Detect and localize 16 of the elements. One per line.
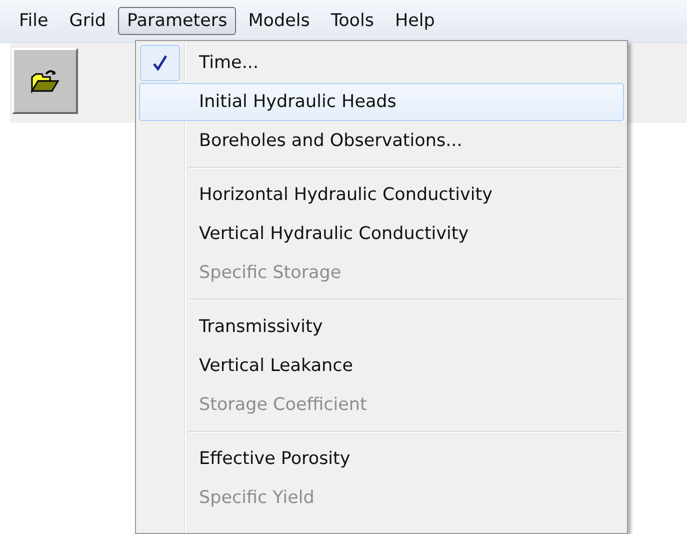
menu-item[interactable]: Vertical Leakance [139,347,624,385]
open-button[interactable] [12,48,78,114]
menu-bar-item[interactable]: Parameters [118,7,236,35]
menu-item[interactable]: Time... [139,44,624,82]
menu-bar-item[interactable]: Tools [322,7,383,35]
open-folder-icon [30,68,60,94]
menu-item[interactable]: Transmissivity [139,308,624,346]
menu-item[interactable]: Initial Hydraulic Heads [139,83,624,121]
menu-item[interactable]: Boreholes and Observations... [139,122,624,160]
menu-item[interactable]: Effective Porosity [139,440,624,478]
menu-bar-item[interactable]: Help [386,7,444,35]
menu-bar-item[interactable]: Models [239,7,319,35]
menu-item[interactable]: Horizontal Hydraulic Conductivity [139,176,624,214]
menu-item[interactable]: Vertical Hydraulic Conductivity [139,215,624,253]
menu-bar-item[interactable]: File [10,7,58,35]
menu-bar-item[interactable]: Grid [60,7,116,35]
